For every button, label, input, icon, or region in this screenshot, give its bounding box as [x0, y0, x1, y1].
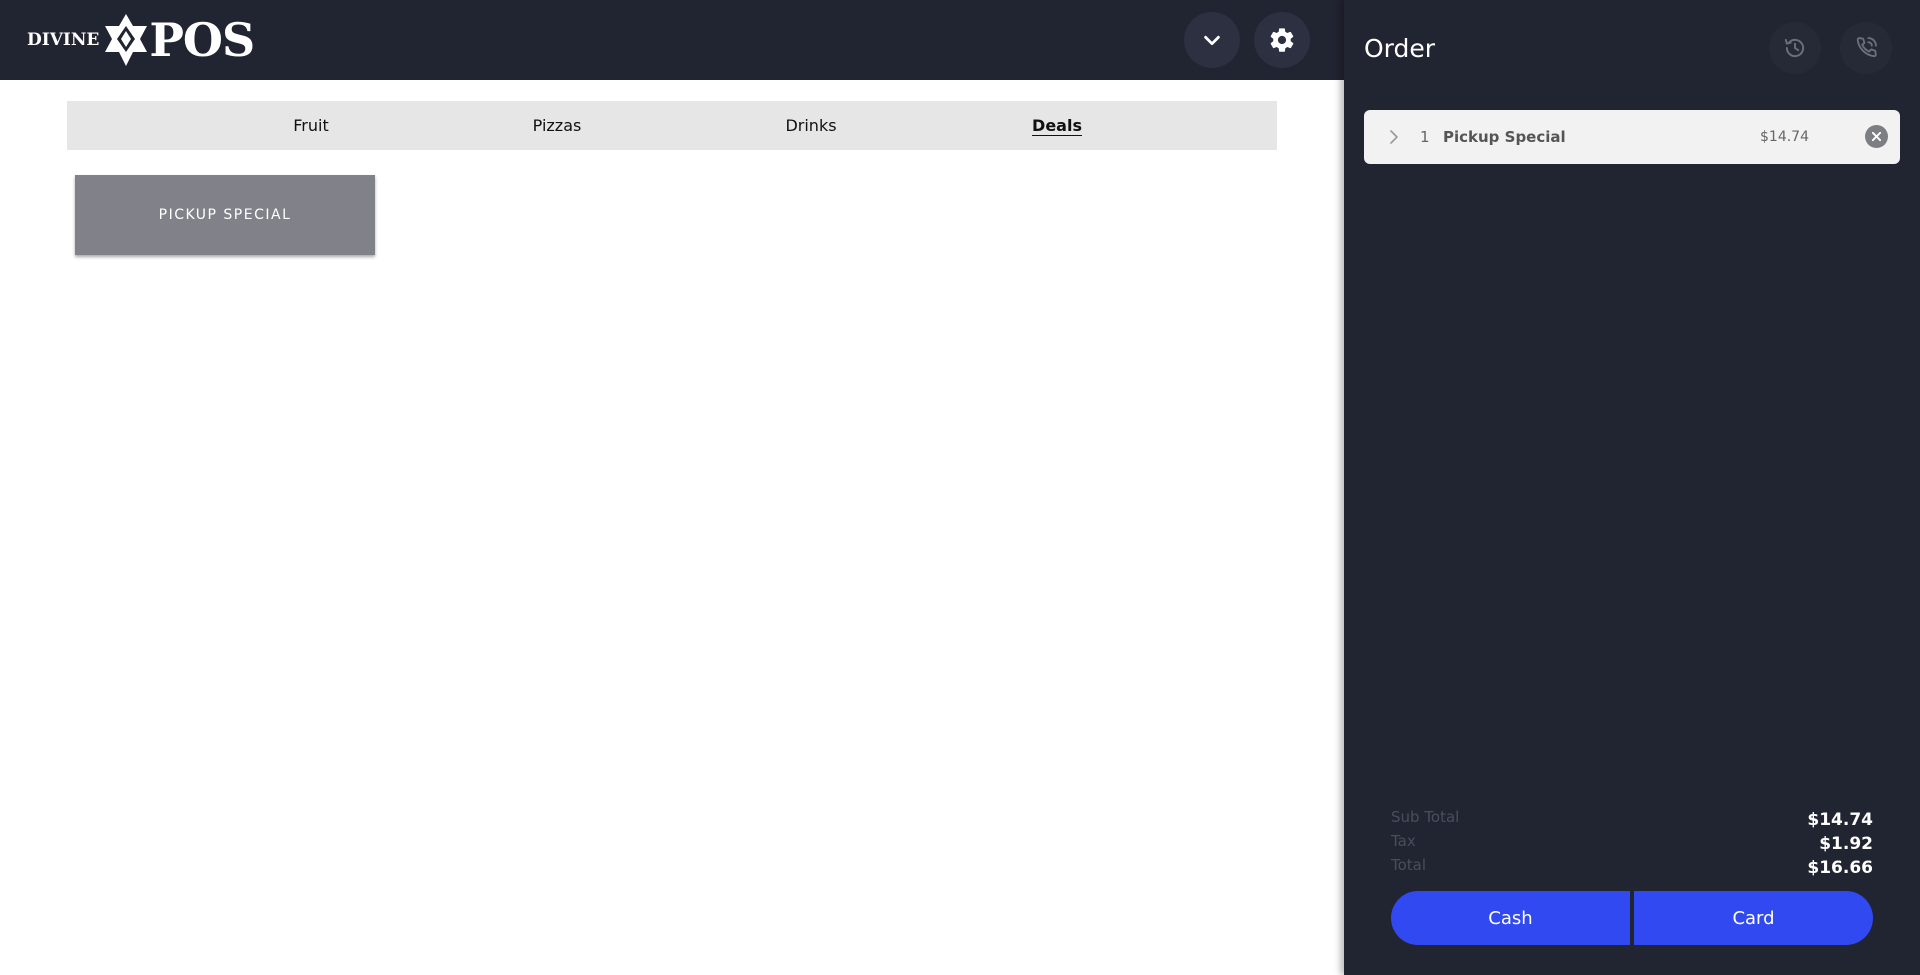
tax-label: Tax: [1391, 832, 1416, 850]
brand-left-text: DIVINE: [27, 30, 100, 50]
order-line-item[interactable]: 1 Pickup Special $14.74: [1364, 110, 1900, 164]
dropdown-button[interactable]: [1184, 12, 1240, 68]
tab-fruit[interactable]: Fruit: [271, 101, 351, 150]
close-icon: [1871, 131, 1882, 142]
brand-right-text: POS: [149, 13, 255, 67]
order-line-name: Pickup Special: [1443, 128, 1566, 146]
tab-deals[interactable]: Deals: [1017, 101, 1097, 150]
history-icon: [1784, 38, 1805, 58]
tax-value: $1.92: [1819, 834, 1873, 854]
settings-button[interactable]: [1254, 12, 1310, 68]
top-bar: DIVINE POS: [0, 0, 1344, 80]
subtotal-row: Sub Total $14.74: [1391, 808, 1873, 832]
order-history-button[interactable]: [1769, 22, 1821, 74]
cash-button[interactable]: Cash: [1391, 891, 1630, 945]
subtotal-value: $14.74: [1807, 810, 1873, 830]
total-label: Total: [1391, 856, 1427, 874]
order-line-qty: 1: [1420, 128, 1430, 146]
total-value: $16.66: [1807, 858, 1873, 878]
category-tabs: Fruit Pizzas Drinks Deals: [67, 101, 1277, 150]
chevron-right-icon[interactable]: [1384, 127, 1404, 147]
item-tile-pickup-special[interactable]: PICKUP SPECIAL: [75, 175, 375, 255]
star-logo-icon: [105, 14, 148, 66]
remove-line-button[interactable]: [1865, 125, 1888, 148]
total-row: Total $16.66: [1391, 856, 1873, 880]
phone-icon: [1856, 37, 1877, 58]
brand-logo: DIVINE POS: [27, 12, 255, 68]
order-totals: Sub Total $14.74 Tax $1.92 Total $16.66: [1391, 808, 1873, 880]
tab-pizzas[interactable]: Pizzas: [517, 101, 597, 150]
phone-order-button[interactable]: [1840, 22, 1892, 74]
order-line-price: $14.74: [1760, 129, 1809, 145]
order-title: Order: [1364, 34, 1436, 63]
chevron-down-icon: [1204, 35, 1220, 46]
tax-row: Tax $1.92: [1391, 832, 1873, 856]
order-panel: Order 1 Pickup Special $14.74 Sub Total …: [1344, 0, 1920, 975]
subtotal-label: Sub Total: [1391, 808, 1460, 826]
gear-icon: [1270, 28, 1294, 52]
tab-drinks[interactable]: Drinks: [771, 101, 851, 150]
card-button[interactable]: Card: [1634, 891, 1873, 945]
